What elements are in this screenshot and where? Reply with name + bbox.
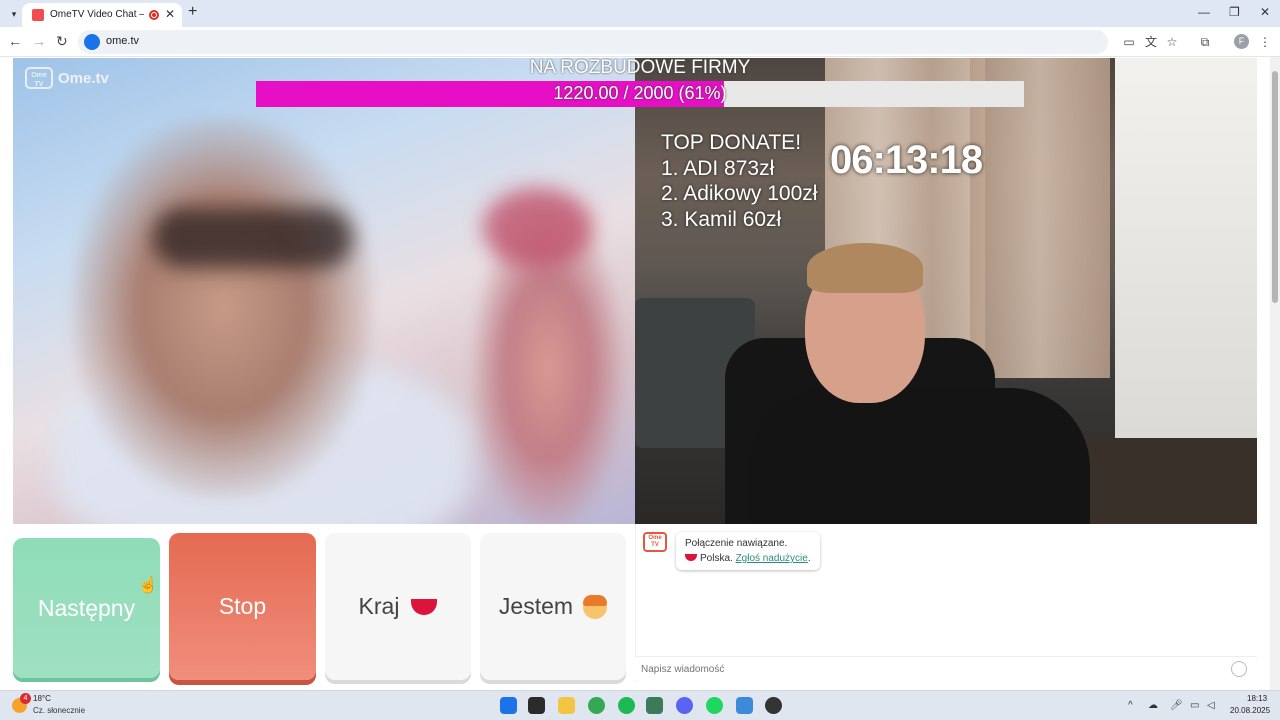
reload-icon[interactable]: ↻ [56,33,68,50]
tv-logo-icon: Ome TV [25,67,53,89]
connection-status-text: Połączenie nawiązane. [685,538,788,549]
top-donate-entry: 2. Adikowy 100zł [661,182,818,205]
start-icon[interactable] [500,697,517,714]
spotify-icon[interactable] [706,697,723,714]
address-bar[interactable]: ome.tv [78,30,1108,54]
chrome-icon[interactable] [588,697,605,714]
task-view-icon[interactable] [528,697,545,714]
forward-icon[interactable]: → [32,33,46,49]
poland-flag-icon [411,598,438,615]
tab-title: OmeTV Video Chat — Ome [50,9,144,20]
poland-flag-icon [685,554,697,561]
stop-button-label: Stop [218,593,267,619]
browser-toolbar: ← → ↻ ome.tv ▭ 文 ☆ ⧉ F ⋮ [0,27,1280,57]
app-icon[interactable] [646,697,663,714]
message-input[interactable] [641,661,1201,677]
close-tab-icon[interactable]: ✕ [165,7,175,21]
notepad-icon[interactable] [736,697,753,714]
country-name: Polska. [700,553,733,564]
top-donate-entry: 1. ADI 873zł [661,156,775,180]
back-icon[interactable]: ← [8,33,22,49]
network-icon[interactable]: ▭ [1190,700,1199,711]
microphone-icon[interactable]: 🎤︎ [1170,700,1183,711]
top-donate-list: TOP DONATE! 1. ADI 873zł 2. Adikowy 100z… [661,130,817,232]
stream-timer: 06:13:18 [830,138,983,182]
page-scrollbar[interactable] [1270,57,1280,690]
logo-text: Ome.tv [58,70,109,87]
tray-chevron-icon[interactable]: ^ [1128,700,1133,711]
windows-taskbar: 4 18°C Cz. słonecznie ^ ☁ 🎤︎ ▭ ◁ 18:13 2… [0,690,1280,720]
country-button-label: Kraj [358,593,400,619]
boy-emoji-icon [583,594,608,619]
self-video [635,58,1257,524]
restore-icon[interactable]: ❐ [1229,5,1240,19]
gender-button[interactable]: Jestem [480,533,626,680]
next-button-label: Następny [37,594,136,621]
weather-temperature: 18°C [33,694,51,703]
weather-description: Cz. słonecznie [33,706,86,715]
spotify-like-icon[interactable] [618,697,635,714]
cloud-icon[interactable]: ☁ [1148,700,1158,711]
stop-button[interactable]: Stop [169,533,316,680]
site-info-icon[interactable] [84,34,100,50]
system-message: Połączenie nawiązane. Polska. Zgłoś nadu… [676,532,820,570]
ometv-avatar: Ome TV [643,532,667,552]
recording-icon [149,10,159,20]
scrollbar-thumb[interactable] [1272,71,1278,303]
goal-progress-text: 1220.00 / 2000 (61%) [553,83,727,103]
chat-input-bar [635,656,1257,680]
cast-icon[interactable]: ▭ [1122,35,1136,49]
clock-time[interactable]: 18:13 [1247,694,1267,703]
menu-kebab-icon[interactable]: ⋮ [1258,35,1272,49]
favicon-icon [32,9,44,21]
volume-icon[interactable]: ◁ [1207,700,1215,711]
new-tab-icon[interactable]: + [188,3,197,21]
obs-icon[interactable] [765,697,782,714]
goal-title: NA ROZBUDOWE FIRMY [529,57,751,78]
browser-tabstrip: ▾ OmeTV Video Chat — Ome ✕ + — ❐ ✕ [0,0,1280,27]
top-donate-title: TOP DONATE! [661,131,802,154]
translate-icon[interactable]: 文 [1144,35,1158,49]
top-donate-entry: 3. Kamil 60zł [661,207,782,231]
extensions-icon[interactable]: ⧉ [1198,35,1212,49]
clock-date[interactable]: 20.08.2025 [1230,706,1270,715]
weather-badge: 4 [20,693,31,704]
profile-avatar[interactable]: F [1234,34,1249,49]
close-window-icon[interactable]: ✕ [1260,5,1270,19]
bookmark-star-icon[interactable]: ☆ [1165,35,1179,49]
tab-list-chevron-icon[interactable]: ▾ [6,6,22,22]
stranger-video [13,58,635,524]
report-abuse-link[interactable]: Zgłoś nadużycie [736,553,808,564]
mouse-cursor-icon: ☝ [138,577,158,594]
file-explorer-icon[interactable] [558,697,575,714]
discord-icon[interactable] [676,697,693,714]
minimize-icon[interactable]: — [1198,5,1210,19]
emoji-picker-icon[interactable] [1231,661,1247,677]
country-button[interactable]: Kraj [325,533,471,680]
browser-tab[interactable]: OmeTV Video Chat — Ome ✕ [22,3,182,27]
next-button[interactable]: Następny [13,538,160,678]
gender-button-label: Jestem [498,593,574,619]
goal-progress-bar: 1220.00 / 2000 (61%) [256,81,1024,107]
url-text: ome.tv [106,35,140,47]
